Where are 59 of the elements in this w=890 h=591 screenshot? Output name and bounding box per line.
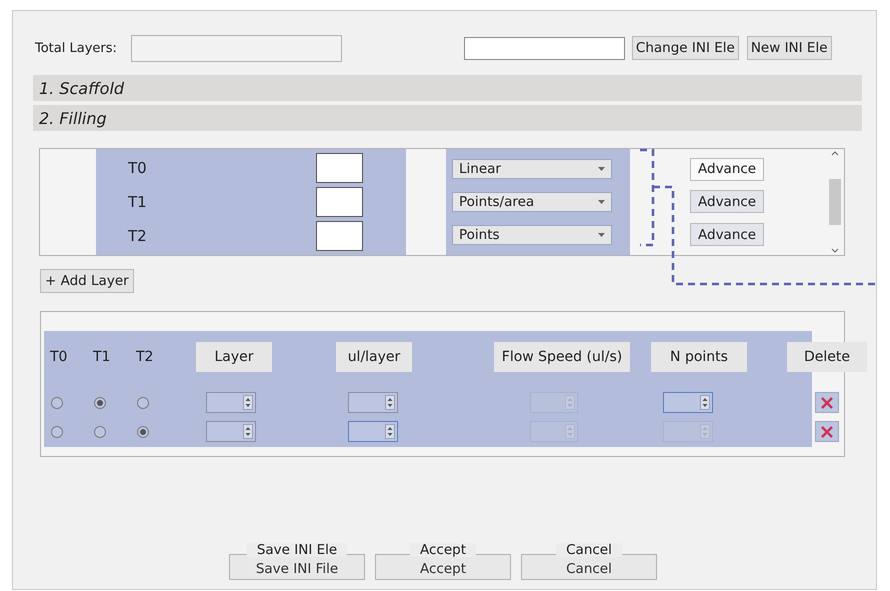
add-layer-button[interactable]: + Add Layer <box>40 269 134 293</box>
tool-radio[interactable] <box>94 396 106 408</box>
tool-value-field[interactable] <box>316 221 363 251</box>
tool-value-field[interactable] <box>316 153 363 183</box>
scroll-down-icon[interactable] <box>831 248 839 253</box>
footer-button[interactable]: Cancel <box>521 554 657 580</box>
mode-dropdown[interactable]: Points/area <box>452 192 612 212</box>
mode-dropdown[interactable]: Points <box>452 224 612 245</box>
close-icon <box>820 426 834 438</box>
mode-dropdown[interactable]: Linear <box>452 159 612 180</box>
close-icon <box>820 396 834 408</box>
tool-radio[interactable] <box>137 396 149 408</box>
number-spinner[interactable] <box>206 421 256 442</box>
column-header: ul/layer <box>336 342 412 372</box>
delete-button[interactable] <box>815 392 839 413</box>
advance-button[interactable]: Advance <box>690 223 764 246</box>
ini-button[interactable]: New INI Ele <box>746 36 832 60</box>
tool-radio[interactable] <box>51 396 63 408</box>
footer-button[interactable]: Save INI File <box>229 554 365 580</box>
tool-radio[interactable] <box>94 426 106 438</box>
spin-arrows-icon[interactable] <box>385 424 395 439</box>
column-header: N points <box>651 342 747 372</box>
scroll-up-icon[interactable] <box>831 151 839 156</box>
scroll-bar[interactable] <box>828 149 842 255</box>
total-layers-field[interactable] <box>130 34 342 62</box>
spin-arrows-icon[interactable] <box>243 424 253 439</box>
number-spinner[interactable] <box>348 421 398 442</box>
advance-button[interactable]: Advance <box>690 158 764 181</box>
tool-label: T2 <box>128 227 147 245</box>
button-caption: Save INI Ele <box>246 543 348 557</box>
total-layers-label: Total Layers: <box>35 40 117 56</box>
spin-arrows-icon[interactable] <box>385 395 395 410</box>
number-spinner[interactable] <box>206 392 256 413</box>
number-spinner[interactable] <box>348 392 398 413</box>
column-header: Delete <box>787 342 867 372</box>
spin-arrows-icon[interactable] <box>243 395 253 410</box>
caret-icon <box>598 167 605 172</box>
ini-button[interactable]: Change INI Ele <box>632 36 739 60</box>
caret-icon <box>598 232 605 237</box>
tool-value-field[interactable] <box>316 187 363 217</box>
tool-label: T0 <box>128 159 147 177</box>
column-header: T0 <box>49 349 68 365</box>
number-spinner[interactable] <box>663 392 713 413</box>
section-header[interactable]: 2. Filling <box>33 105 862 131</box>
column-header: Flow Speed (ul/s) <box>494 342 630 372</box>
delete-button[interactable] <box>815 421 839 442</box>
caret-icon <box>598 200 605 204</box>
section-header[interactable]: 1. Scaffold <box>33 75 862 101</box>
ini-name-field[interactable] <box>464 36 625 60</box>
tool-label: T1 <box>128 193 147 211</box>
button-caption: Accept <box>410 543 476 557</box>
tool-radio[interactable] <box>51 426 63 438</box>
button-caption: Cancel <box>556 543 622 557</box>
column-header: T1 <box>92 349 112 365</box>
column-header: Layer <box>196 342 272 372</box>
spin-arrows-icon[interactable] <box>700 395 710 410</box>
column-header: T2 <box>135 349 154 365</box>
tool-radio[interactable] <box>137 426 149 438</box>
advance-button[interactable]: Advance <box>690 190 764 214</box>
